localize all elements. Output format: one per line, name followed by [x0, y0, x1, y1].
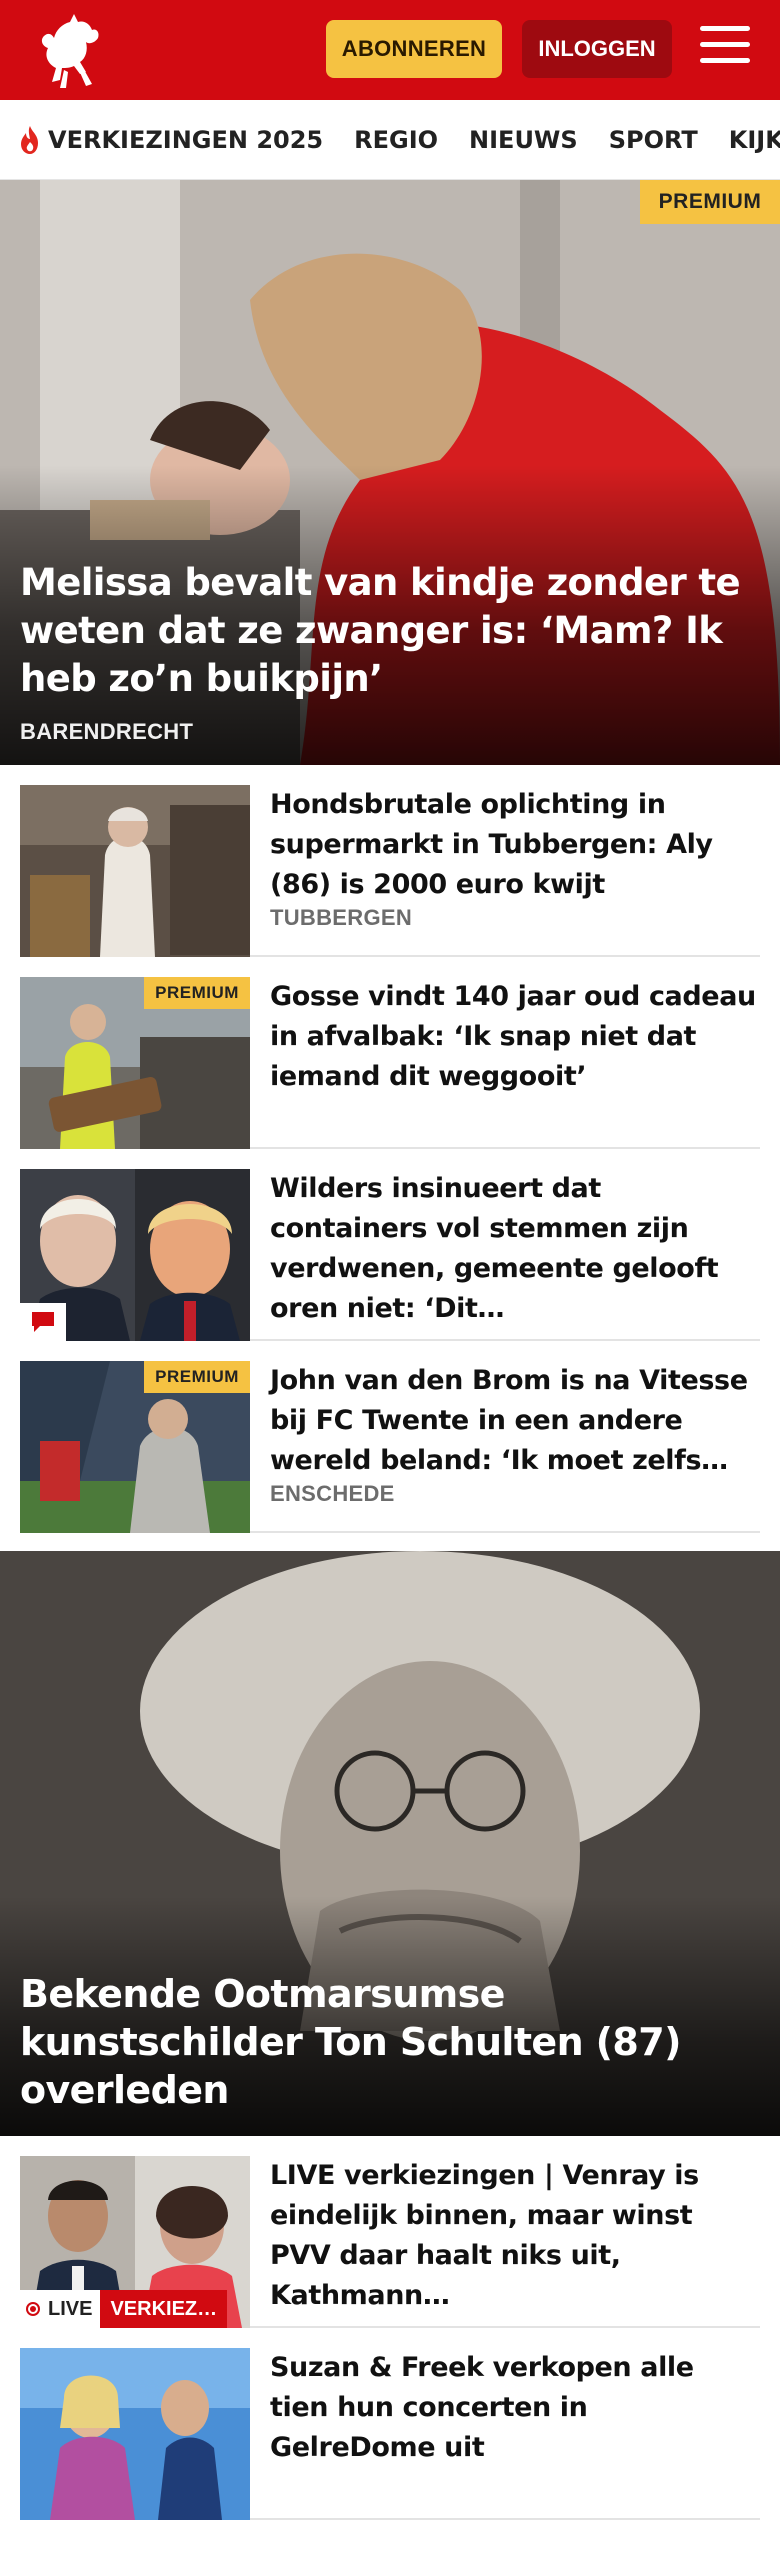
- premium-badge: PREMIUM: [144, 1361, 250, 1393]
- comment-icon: [20, 1303, 66, 1341]
- article-thumbnail: [20, 2348, 250, 2520]
- site-header: ABONNEREN INLOGGEN: [0, 0, 780, 100]
- flame-icon: [21, 125, 38, 154]
- article-location: TUBBERGEN: [270, 905, 413, 930]
- category-tag: VERKIEZ…: [100, 2290, 228, 2328]
- list-item[interactable]: PREMIUM John van den Brom is na Vitesse …: [20, 1341, 760, 1533]
- article-thumbnail: [20, 1169, 250, 1341]
- article-title[interactable]: John van den Brom is na Vitesse bij FC T…: [270, 1361, 760, 1481]
- article-thumbnail: PREMIUM: [20, 1361, 250, 1533]
- subscribe-button[interactable]: ABONNEREN: [326, 20, 502, 78]
- list-item[interactable]: PREMIUM Gosse vindt 140 jaar oud cadeau …: [20, 957, 760, 1149]
- nav-item-regio[interactable]: REGIO: [354, 126, 438, 154]
- list-item[interactable]: Wilders insinueert dat containers vol st…: [20, 1149, 760, 1341]
- hero-title[interactable]: Melissa bevalt van kindje zonder te wete…: [20, 559, 760, 703]
- list-item[interactable]: LIVE VERKIEZ… LIVE verkiezingen | Venray…: [20, 2136, 760, 2328]
- hero-location: BARENDRECHT: [20, 719, 194, 744]
- article-thumbnail: LIVE VERKIEZ…: [20, 2156, 250, 2328]
- article-thumbnail: [20, 785, 250, 957]
- article-title[interactable]: Hondsbrutale oplichting in supermarkt in…: [270, 785, 760, 905]
- nav-item-verkiezingen[interactable]: VERKIEZINGEN 2025: [16, 124, 323, 156]
- nav-item-nieuws[interactable]: NIEUWS: [469, 126, 578, 154]
- hero-article[interactable]: PREMIUM Melissa bevalt van kindje zonder…: [0, 180, 780, 765]
- live-label: LIVE: [48, 2297, 93, 2320]
- article-location: ENSCHEDE: [270, 1481, 395, 1506]
- article-title[interactable]: Gosse vindt 140 jaar oud cadeau in afval…: [270, 977, 760, 1097]
- hamburger-menu-icon[interactable]: [700, 26, 750, 70]
- horse-logo-icon: [41, 14, 99, 88]
- article-title[interactable]: Wilders insinueert dat containers vol st…: [270, 1169, 760, 1329]
- list-item[interactable]: Hondsbrutale oplichting in supermarkt in…: [20, 765, 760, 957]
- live-indicator: LIVE: [20, 2290, 101, 2328]
- article-thumbnail: PREMIUM: [20, 977, 250, 1149]
- premium-badge: PREMIUM: [640, 180, 780, 224]
- feature-title[interactable]: Bekende Ootmarsumse kunstschilder Ton Sc…: [20, 1970, 764, 2114]
- article-title[interactable]: Suzan & Freek verkopen alle tien hun con…: [270, 2348, 760, 2468]
- main-nav: VERKIEZINGEN 2025 REGIO NIEUWS SPORT KIJ…: [0, 100, 780, 180]
- list-item[interactable]: Suzan & Freek verkopen alle tien hun con…: [20, 2328, 760, 2520]
- premium-badge: PREMIUM: [144, 977, 250, 1009]
- live-dot-icon: [26, 2302, 40, 2316]
- site-logo[interactable]: [34, 10, 106, 92]
- article-title[interactable]: LIVE verkiezingen | Venray is eindelijk …: [270, 2156, 760, 2316]
- login-button[interactable]: INLOGGEN: [522, 20, 672, 78]
- nav-item-sport[interactable]: SPORT: [609, 126, 698, 154]
- nav-label: VERKIEZINGEN 2025: [48, 125, 324, 154]
- live-badge: LIVE VERKIEZ…: [20, 2290, 228, 2328]
- nav-item-kijk[interactable]: KIJK: [729, 126, 780, 154]
- feature-article[interactable]: Bekende Ootmarsumse kunstschilder Ton Sc…: [0, 1551, 780, 2136]
